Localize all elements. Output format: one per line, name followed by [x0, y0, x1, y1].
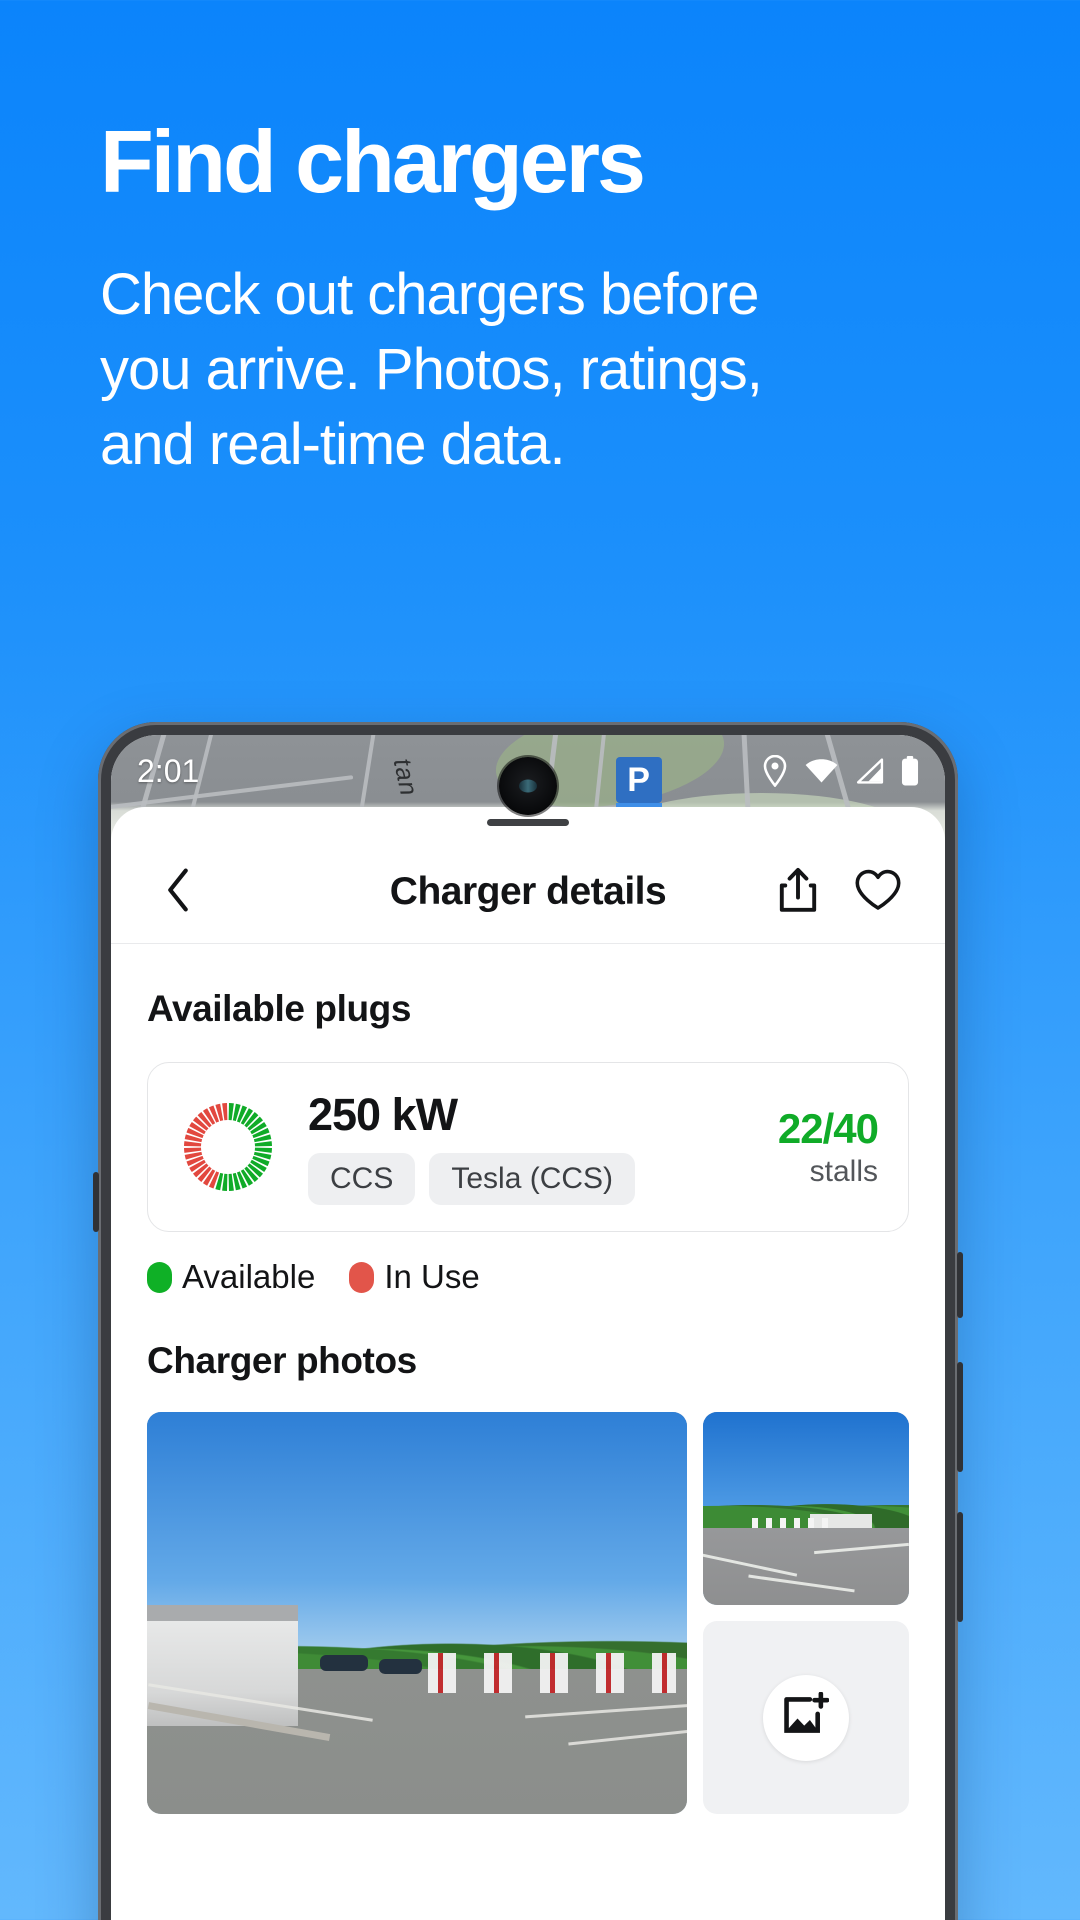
photo-charger-stalls [752, 1518, 835, 1528]
legend-item-available: Available [147, 1258, 315, 1296]
camera-punch-hole [499, 757, 557, 815]
stall-availability-donut [178, 1097, 278, 1197]
donut-segment [228, 1103, 234, 1121]
photo-parking-lot [703, 1527, 909, 1605]
charger-photo-thumb[interactable] [703, 1412, 909, 1605]
add-photo-icon [783, 1691, 830, 1743]
status-clock: 2:01 [137, 752, 200, 789]
plug-card[interactable]: 250 kW CCS Tesla (CCS) 22/40 stalls [147, 1062, 909, 1232]
photo-charger-stalls [427, 1653, 677, 1694]
battery-icon [901, 756, 919, 786]
app-bar: Charger details [111, 840, 945, 944]
status-icon-group [762, 755, 919, 787]
donut-segment [222, 1173, 228, 1191]
add-photo-circle [763, 1674, 849, 1761]
donut-segment [254, 1147, 272, 1153]
connector-chips: CCS Tesla (CCS) [308, 1153, 748, 1205]
legend-label-available: Available [182, 1258, 316, 1295]
legend-dot-available [147, 1261, 172, 1293]
back-button[interactable] [147, 861, 209, 923]
sheet-drag-handle[interactable] [487, 819, 569, 826]
app-bar-actions [767, 861, 909, 923]
photo-cabinet-roof [147, 1604, 299, 1622]
promo-title: Find chargers [100, 112, 646, 211]
available-plugs-title: Available plugs [147, 988, 412, 1029]
connector-chip: Tesla (CCS) [429, 1153, 636, 1205]
phone-mockup: tan P 2:01 Charger details Available plu… [93, 722, 963, 1920]
stall-count-group: 22/40 stalls [777, 1105, 879, 1189]
availability-legend: Available In Use [147, 1258, 909, 1296]
donut-segment [184, 1141, 202, 1147]
chevron-left-icon [165, 868, 191, 915]
donut-segment [254, 1141, 272, 1147]
donut-segment [184, 1147, 202, 1153]
charger-photo-main[interactable] [147, 1412, 687, 1814]
plug-power-label: 250 kW [308, 1089, 458, 1140]
sheet-content: Available plugs 250 kW CCS Tesla (CCS) 2… [111, 988, 945, 1814]
add-photo-tile[interactable] [703, 1621, 909, 1814]
legend-item-in-use: In Use [349, 1258, 480, 1296]
camera-lens [519, 779, 537, 793]
phone-button-volume-up [957, 1362, 963, 1472]
share-icon [777, 866, 819, 917]
heart-outline-icon [854, 868, 902, 915]
stall-count-label: stalls [809, 1155, 878, 1188]
location-pin-icon [762, 755, 788, 787]
phone-button-side [93, 1172, 99, 1232]
charger-photos-title: Charger photos [147, 1340, 417, 1381]
legend-dot-in-use [349, 1261, 375, 1293]
donut-segment [228, 1173, 234, 1191]
phone-button-power [957, 1252, 963, 1318]
promo-subtitle: Check out chargers before you arrive. Ph… [100, 262, 763, 477]
wifi-icon [805, 758, 838, 784]
phone-button-volume-down [957, 1512, 963, 1622]
photo-car [319, 1655, 369, 1672]
donut-segment [222, 1103, 228, 1121]
favorite-button[interactable] [847, 861, 909, 923]
stall-count-value: 22/40 [777, 1105, 879, 1152]
promo-copy: Find chargers Check out chargers before … [100, 118, 920, 482]
legend-label-in-use: In Use [384, 1258, 480, 1295]
photo-side-column [703, 1412, 909, 1814]
phone-screen: tan P 2:01 Charger details Available plu… [111, 735, 945, 1920]
plug-info: 250 kW CCS Tesla (CCS) [308, 1089, 748, 1205]
photo-gallery [147, 1412, 909, 1814]
connector-chip: CCS [308, 1153, 416, 1205]
charger-details-sheet: Charger details Available plugs 250 kW C… [111, 807, 945, 1920]
share-button[interactable] [767, 861, 829, 923]
cell-signal-icon [855, 758, 884, 784]
photo-car [379, 1659, 423, 1674]
